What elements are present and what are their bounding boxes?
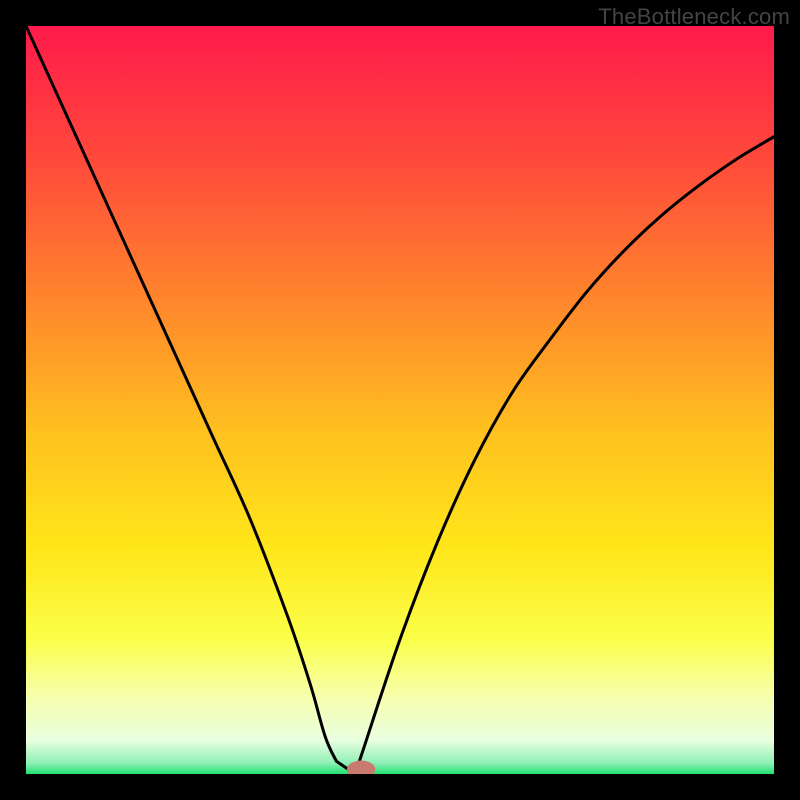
plot-area bbox=[26, 26, 774, 774]
chart-frame: TheBottleneck.com bbox=[0, 0, 800, 800]
bottleneck-chart bbox=[26, 26, 774, 774]
gradient-background bbox=[26, 26, 774, 774]
